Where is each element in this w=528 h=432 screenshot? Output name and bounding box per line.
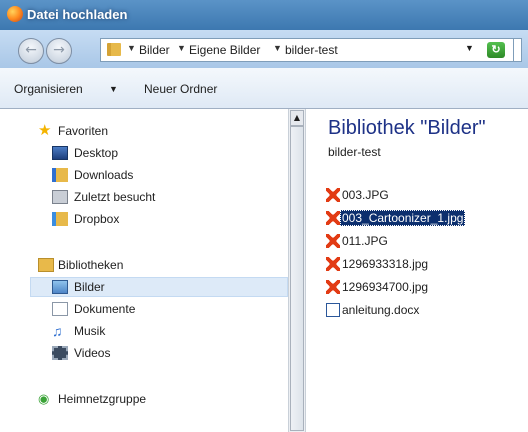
downloads-folder-icon xyxy=(52,168,68,182)
nav-item-musik[interactable]: ♫ Musik xyxy=(0,321,250,341)
star-icon: ★ xyxy=(38,122,52,139)
recent-places-icon xyxy=(52,190,68,204)
search-box-edge[interactable] xyxy=(513,39,526,61)
jpg-image-icon xyxy=(326,280,340,294)
jpg-image-icon xyxy=(326,257,340,271)
window-title: Datei hochladen xyxy=(27,7,128,22)
video-icon xyxy=(52,346,68,360)
arrow-left-icon: ← xyxy=(25,42,37,58)
nav-item-recent[interactable]: Zuletzt besucht xyxy=(0,187,250,207)
nav-item-bilder[interactable]: Bilder xyxy=(30,277,288,297)
forward-button[interactable]: → xyxy=(46,38,72,64)
nav-homegroup[interactable]: ◉ Heimnetzgruppe xyxy=(0,389,250,409)
back-button[interactable]: ← xyxy=(18,38,44,64)
navigation-scrollbar[interactable]: ▲ xyxy=(288,109,306,432)
nav-item-dropbox[interactable]: Dropbox xyxy=(0,209,250,229)
breadcrumb-bilder[interactable]: Bilder xyxy=(139,43,170,57)
nav-item-desktop[interactable]: Desktop xyxy=(0,143,250,163)
breadcrumb-separator-icon[interactable]: ▼ xyxy=(273,43,282,53)
scroll-up-button[interactable]: ▲ xyxy=(290,110,304,126)
title-bar: Datei hochladen xyxy=(0,0,528,30)
address-bar[interactable]: ▼ Bilder ▼ Eigene Bilder ▼ bilder-test ▼… xyxy=(100,38,522,62)
file-list-pane: Bibliothek "Bilder" bilder-test 003.JPG … xyxy=(306,109,528,432)
jpg-image-icon xyxy=(326,234,340,248)
new-folder-button[interactable]: Neuer Ordner xyxy=(144,82,217,96)
breadcrumb-eigene-bilder[interactable]: Eigene Bilder xyxy=(189,43,260,57)
nav-item-dokumente[interactable]: Dokumente xyxy=(0,299,250,319)
libraries-icon xyxy=(38,258,54,272)
scrollbar-thumb[interactable] xyxy=(290,126,304,431)
library-subtitle: bilder-test xyxy=(328,145,381,159)
dropbox-folder-icon xyxy=(52,212,68,226)
documents-icon xyxy=(52,302,68,316)
nav-item-videos[interactable]: Videos xyxy=(0,343,250,363)
breadcrumb-separator-icon[interactable]: ▼ xyxy=(127,43,136,53)
desktop-icon xyxy=(52,146,68,160)
breadcrumb-separator-icon[interactable]: ▼ xyxy=(177,43,186,53)
navigation-bar: ← → ▼ Bilder ▼ Eigene Bilder ▼ bilder-te… xyxy=(0,30,528,68)
pictures-icon xyxy=(52,280,68,294)
firefox-icon xyxy=(7,6,23,22)
word-document-icon xyxy=(326,303,340,317)
nav-favorites[interactable]: ★ Favoriten xyxy=(0,121,250,141)
navigation-pane: ★ Favoriten Desktop Downloads Zuletzt be… xyxy=(0,109,288,432)
folder-icon xyxy=(107,43,121,56)
chevron-up-icon: ▲ xyxy=(293,113,301,122)
organize-button[interactable]: Organisieren xyxy=(14,82,83,96)
nav-item-downloads[interactable]: Downloads xyxy=(0,165,250,185)
arrow-right-icon: → xyxy=(53,42,65,58)
chevron-down-icon[interactable]: ▼ xyxy=(109,84,118,94)
jpg-image-icon xyxy=(326,211,340,225)
library-title: Bibliothek "Bilder" xyxy=(328,117,486,139)
jpg-image-icon xyxy=(326,188,340,202)
breadcrumb-bilder-test[interactable]: bilder-test xyxy=(285,43,338,57)
command-toolbar: Organisieren ▼ Neuer Ordner xyxy=(0,68,528,109)
nav-libraries[interactable]: Bibliotheken xyxy=(0,255,250,275)
refresh-icon[interactable]: ↻ xyxy=(487,42,505,58)
address-dropdown-icon[interactable]: ▼ xyxy=(465,43,474,53)
homegroup-icon: ◉ xyxy=(38,391,50,406)
music-note-icon: ♫ xyxy=(52,323,63,339)
